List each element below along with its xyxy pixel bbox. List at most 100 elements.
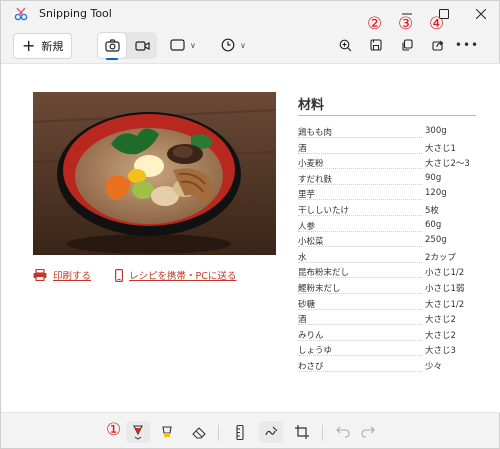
ingredient-row: みりん 大さじ2 xyxy=(298,327,476,343)
snip-shape-dropdown[interactable]: ∨ xyxy=(170,35,196,55)
eraser-button[interactable] xyxy=(187,421,211,443)
copy-button[interactable] xyxy=(399,35,415,55)
snipping-tool-window: Snipping Tool + 新規 ∨ ∨ ••• ② ③ ④ ① 印刷する … xyxy=(0,0,500,449)
ingredient-amount: 5枚 xyxy=(425,206,439,216)
ingredient-amount: 250g xyxy=(425,235,447,246)
close-button[interactable] xyxy=(461,1,500,27)
ingredient-name: しょうゆ xyxy=(298,346,333,357)
ingredient-row: 酒 大さじ2 xyxy=(298,311,476,327)
ingredient-name: 酒 xyxy=(298,143,307,154)
dotted-leader xyxy=(298,152,422,154)
see-more-button[interactable]: ••• xyxy=(455,35,478,55)
ingredient-amount: 大さじ1 xyxy=(425,143,456,154)
redo-button[interactable] xyxy=(356,421,380,443)
clock-icon xyxy=(221,38,235,52)
screenshot-mode-button[interactable] xyxy=(97,32,127,59)
ingredient-name: 砂糖 xyxy=(298,299,316,310)
markup-toolbar xyxy=(1,413,500,449)
zoom-button[interactable] xyxy=(337,35,353,55)
crop-icon xyxy=(295,425,309,439)
ruler-button[interactable] xyxy=(228,421,252,443)
ingredient-name: 昆布粉末だし xyxy=(298,268,350,279)
ingredient-row: 水 2カップ xyxy=(298,249,476,265)
ballpoint-pen-button[interactable] xyxy=(126,421,150,443)
active-mode-indicator xyxy=(106,58,118,60)
touch-writing-button[interactable] xyxy=(259,421,283,443)
eraser-icon xyxy=(191,426,206,439)
dotted-leader xyxy=(298,308,422,310)
chevron-down-icon: ∨ xyxy=(240,40,246,50)
rectangle-snip-icon xyxy=(170,38,185,51)
send-to-mobile-label: レシピを携帯・PCに送る xyxy=(129,271,237,282)
ingredient-row: 干ししいたけ 5枚 xyxy=(298,202,476,218)
ingredient-row: 鶏もも肉 300g xyxy=(298,124,476,140)
ingredients-heading: 材料 xyxy=(298,98,325,113)
ballpoint-pen-icon xyxy=(133,425,143,440)
ingredient-row: 酒 大さじ1 xyxy=(298,140,476,156)
annotation-marker-4: ④ xyxy=(429,14,445,34)
ingredient-amount: 120g xyxy=(425,188,447,199)
more-icon: ••• xyxy=(454,38,480,52)
undo-button[interactable] xyxy=(331,421,355,443)
ingredient-row: 人参 60g xyxy=(298,218,476,234)
ingredient-row: わさび 少々 xyxy=(298,358,476,374)
ingredient-amount: 小さじ1/2 xyxy=(425,268,465,279)
send-to-mobile-link[interactable]: レシピを携帯・PCに送る xyxy=(115,268,236,282)
dotted-leader xyxy=(298,261,422,263)
ingredient-name: わさび xyxy=(298,362,324,372)
ingredient-name: みりん xyxy=(298,330,324,341)
new-button[interactable]: + 新規 xyxy=(13,33,72,59)
ingredient-name: 酒 xyxy=(298,315,307,326)
video-mode-button[interactable] xyxy=(127,32,157,59)
heading-divider xyxy=(298,115,476,116)
snipping-tool-app-icon xyxy=(14,7,28,21)
ingredient-amount: 小さじ1弱 xyxy=(425,284,465,294)
ozoni-soup-photo xyxy=(33,92,276,255)
ingredient-name: 鰹粉末だし xyxy=(298,284,341,294)
ingredient-amount: 大さじ2〜3 xyxy=(425,159,470,170)
print-link[interactable]: 印刷する xyxy=(33,268,91,282)
save-button[interactable] xyxy=(368,35,384,55)
copy-icon xyxy=(402,39,413,51)
mobile-phone-icon xyxy=(115,268,123,282)
ingredient-name: 干ししいたけ xyxy=(298,206,350,216)
new-button-label: 新規 xyxy=(41,40,64,53)
toolbar: + 新規 ∨ ∨ ••• xyxy=(1,27,500,63)
ingredient-amount: 2カップ xyxy=(425,252,456,263)
chevron-down-icon: ∨ xyxy=(190,40,196,50)
ingredient-name: 人参 xyxy=(298,221,316,232)
dotted-leader xyxy=(298,199,422,201)
ingredient-row: 鰹粉末だし 小さじ1弱 xyxy=(298,280,476,296)
annotation-marker-2: ② xyxy=(367,14,383,34)
ingredient-amount: 大さじ3 xyxy=(425,346,456,357)
toolbar-separator xyxy=(218,425,219,441)
print-link-label: 印刷する xyxy=(53,271,92,282)
highlighter-icon xyxy=(162,426,172,437)
ingredient-row: 小松菜 250g xyxy=(298,233,476,249)
share-button[interactable] xyxy=(430,35,446,55)
ingredient-amount: 大さじ2 xyxy=(425,330,456,341)
ingredient-amount: 少々 xyxy=(425,362,443,372)
highlighter-button[interactable] xyxy=(155,421,179,443)
touch-writing-icon xyxy=(264,426,277,436)
ingredient-name: 鶏もも肉 xyxy=(298,128,333,138)
ingredient-amount: 90g xyxy=(425,172,442,183)
snip-canvas: 印刷する レシピを携帯・PCに送る 材料 鶏もも肉 300g 酒 大さじ1 小麦粉 大さじ… xyxy=(1,63,500,413)
ingredient-name: 小松菜 xyxy=(298,237,324,248)
ingredient-amount: 大さじ2 xyxy=(425,315,456,326)
plus-icon: + xyxy=(22,36,36,55)
ingredient-amount: 300g xyxy=(425,126,447,136)
ingredient-amount: 大さじ1/2 xyxy=(425,299,465,310)
dotted-leader xyxy=(298,230,422,232)
close-icon xyxy=(476,9,486,19)
annotation-marker-3: ③ xyxy=(398,14,414,34)
ingredient-row: 小麦粉 大さじ2〜3 xyxy=(298,155,476,171)
crop-button[interactable] xyxy=(290,421,314,443)
share-icon xyxy=(432,40,444,51)
ingredient-amount: 60g xyxy=(425,219,442,230)
ingredient-name: すだれ麩 xyxy=(298,174,333,185)
timer-dropdown[interactable]: ∨ xyxy=(221,35,246,55)
title-bar: Snipping Tool xyxy=(1,1,500,27)
save-icon xyxy=(370,39,382,51)
window-title: Snipping Tool xyxy=(39,7,112,20)
